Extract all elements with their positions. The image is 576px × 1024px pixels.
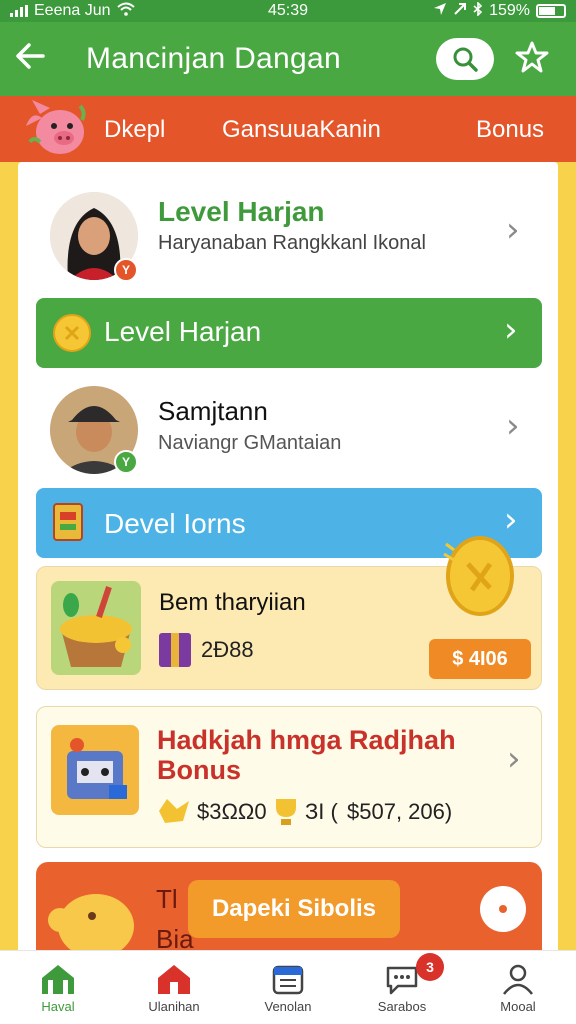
nav-label: Haval xyxy=(41,999,75,1014)
reward-2-value-1: $3ΩΩ0 xyxy=(197,799,267,824)
clock: 45:39 xyxy=(267,2,309,19)
piggy-mascot-icon xyxy=(22,96,94,162)
reward-2-title: Hadkjah hmga Radjhah Bonus xyxy=(157,725,456,785)
nav-item-venolan[interactable]: Venolan xyxy=(238,959,338,1014)
tab-dkepl[interactable]: Dkepl xyxy=(104,116,165,144)
profile-1-subtitle: Haryanaban Rangkkanl Ikonal xyxy=(158,232,426,254)
nav-label: Sarabos xyxy=(377,999,427,1014)
gift-box-icon xyxy=(157,627,193,674)
favorite-button[interactable] xyxy=(515,40,549,80)
chevron-right-icon: › xyxy=(507,739,521,779)
nav-label: Ulanihan xyxy=(148,999,200,1014)
house-icon xyxy=(124,959,224,999)
nav-item-ulanihan[interactable]: Ulanihan xyxy=(124,959,224,1014)
more-button[interactable] xyxy=(480,886,526,932)
reward-2-value-2-prefix: ЗI ( xyxy=(305,799,338,824)
level-bar[interactable]: Level Harjan › xyxy=(36,298,542,368)
tab-strip: Dkepl GansuuaKanin Bonus xyxy=(0,96,576,162)
calendar-icon xyxy=(238,959,338,999)
machine-icon xyxy=(51,725,139,815)
level-bar-label: Level Harjan xyxy=(104,316,262,347)
ticket-icon xyxy=(50,500,90,551)
page-title: Mancinjan Dangan xyxy=(86,42,341,75)
promo-banner[interactable]: Tl Bia Dapeki Sibolis xyxy=(36,862,542,962)
nav-label: Mooal xyxy=(500,999,536,1014)
reward-2-value-2: $507, 206) xyxy=(347,799,453,824)
reward-card-2[interactable]: Hadkjah hmga Radjhah Bonus › $3ΩΩ0 ЗI ( … xyxy=(36,706,542,848)
level-badge: Y xyxy=(114,450,138,474)
chevron-right-icon: › xyxy=(506,406,520,446)
tab-gansuuakanin[interactable]: GansuuaKanin xyxy=(222,116,381,144)
status-bar: Eeena Jun 45:39 159% xyxy=(0,0,576,22)
promo-button[interactable]: Dapeki Sibolis xyxy=(188,880,400,938)
profile-row-2[interactable]: Y Samjtann Naviangr GMantaian › xyxy=(18,376,558,486)
reward-1-title: Bem tharyiian xyxy=(159,589,306,616)
basket-icon xyxy=(51,581,141,675)
devel-bar-label: Devel Iorns xyxy=(104,508,246,539)
gold-coin-icon xyxy=(442,534,516,625)
search-button[interactable] xyxy=(436,38,494,80)
profile-1-title: Level Harjan xyxy=(158,196,325,227)
app-bar: Mancinjan Dangan xyxy=(0,22,576,96)
tab-bonus[interactable]: Bonus xyxy=(476,116,544,144)
home-icon xyxy=(8,959,108,999)
nav-label: Venolan xyxy=(264,999,312,1014)
star-icon xyxy=(515,41,549,73)
main-panel: Y Level Harjan Haryanaban Rangkkanl Ikon… xyxy=(18,162,558,962)
bottom-nav: Haval Ulanihan Venolan 3 Sarabos Mooal xyxy=(0,950,576,1024)
nav-item-haval[interactable]: Haval xyxy=(8,959,108,1014)
level-badge: Y xyxy=(114,258,138,282)
profile-2-title: Samjtann xyxy=(158,396,268,426)
profile-icon xyxy=(468,959,568,999)
profile-2-subtitle: Naviangr GMantaian xyxy=(158,432,342,454)
back-arrow-icon[interactable] xyxy=(0,40,60,79)
claim-button[interactable]: $ 4I06 xyxy=(429,639,531,679)
search-icon xyxy=(453,47,478,72)
profile-row-1[interactable]: Y Level Harjan Haryanaban Rangkkanl Ikon… xyxy=(18,162,558,294)
battery-icon xyxy=(536,4,566,18)
nav-item-mooal[interactable]: Mooal xyxy=(468,959,568,1014)
chevron-right-icon: › xyxy=(506,210,520,250)
coin-stack-icon xyxy=(157,795,191,832)
coin-icon xyxy=(52,313,92,360)
nav-item-sarabos[interactable]: 3 Sarabos xyxy=(352,953,452,1014)
dot-icon xyxy=(499,905,507,913)
reward-1-amount: 2Ð88 xyxy=(201,637,254,662)
promo-text-top: Tl xyxy=(156,884,178,914)
notification-badge: 3 xyxy=(416,953,444,981)
chevron-right-icon: › xyxy=(504,310,518,350)
trophy-icon xyxy=(271,795,301,832)
